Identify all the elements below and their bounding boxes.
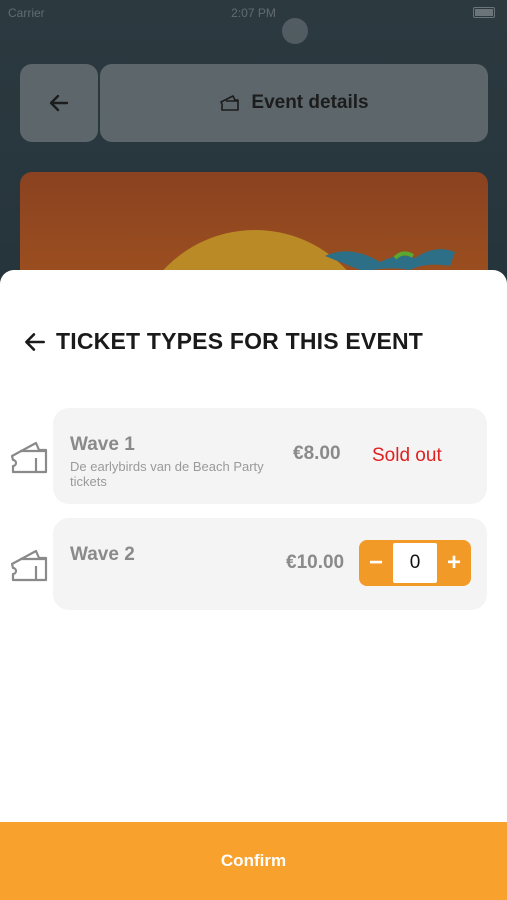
sheet-title: TICKET TYPES FOR THIS EVENT bbox=[56, 328, 424, 354]
status-time: 2:07 PM bbox=[231, 6, 276, 20]
battery-icon bbox=[473, 7, 495, 18]
ticket-card: Wave 2 €10.00 − 0 + bbox=[53, 518, 487, 610]
ticket-name: Wave 2 bbox=[70, 544, 135, 565]
decrease-button[interactable]: − bbox=[359, 540, 393, 586]
arrow-left-icon bbox=[49, 94, 69, 112]
sheet-back-icon[interactable] bbox=[22, 329, 48, 355]
ticket-icon bbox=[10, 549, 48, 582]
screen: Carrier 2:07 PM Event details TICKET TYP… bbox=[0, 0, 507, 900]
status-bar: Carrier 2:07 PM bbox=[0, 0, 507, 26]
ticket-icon bbox=[220, 95, 240, 111]
ticket-name: Wave 1 bbox=[70, 434, 135, 455]
background-light bbox=[282, 18, 308, 44]
page-title: Event details bbox=[251, 92, 369, 113]
ticket-icon bbox=[10, 441, 48, 474]
confirm-button[interactable]: Confirm bbox=[0, 822, 507, 900]
ticket-price: €8.00 bbox=[293, 443, 341, 464]
back-button[interactable] bbox=[20, 64, 98, 142]
increase-button[interactable]: + bbox=[437, 540, 471, 586]
quantity-stepper: − 0 + bbox=[359, 540, 471, 586]
ticket-types-sheet: TICKET TYPES FOR THIS EVENT Wave 1 De ea… bbox=[0, 270, 507, 900]
quantity-value[interactable]: 0 bbox=[393, 543, 437, 583]
sold-out-label: Sold out bbox=[372, 445, 442, 466]
carrier-label: Carrier bbox=[8, 6, 45, 20]
ticket-card: Wave 1 De earlybirds van de Beach Party … bbox=[53, 408, 487, 504]
sheet-header: TICKET TYPES FOR THIS EVENT bbox=[22, 328, 423, 355]
ticket-price: €10.00 bbox=[286, 552, 345, 573]
header-title-bar: Event details bbox=[100, 64, 488, 142]
ticket-description: De earlybirds van de Beach Party tickets bbox=[70, 459, 264, 489]
